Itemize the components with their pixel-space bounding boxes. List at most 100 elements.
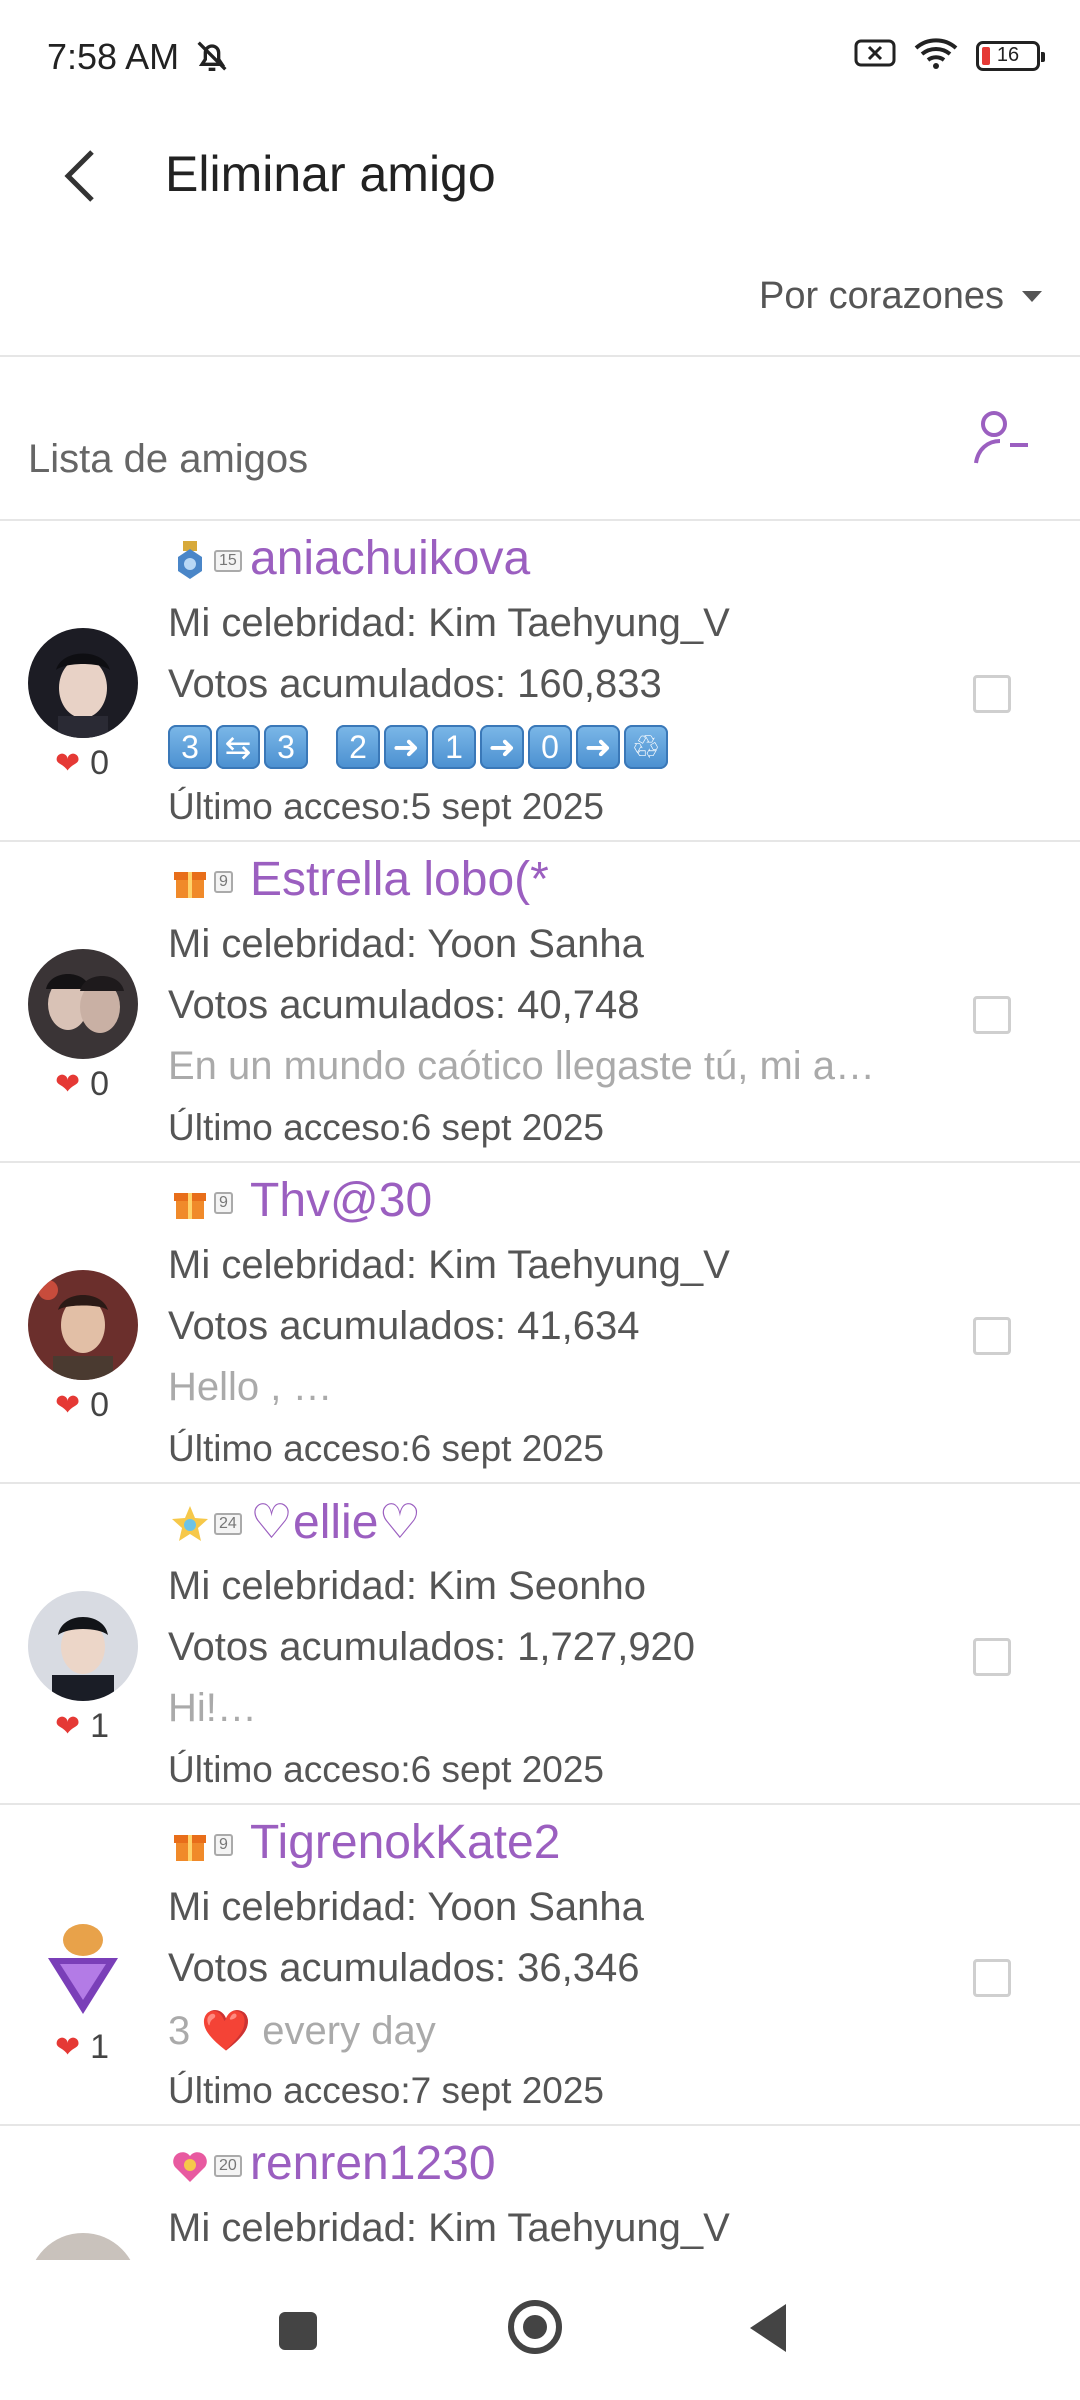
- heart-icon: ❤: [55, 747, 81, 780]
- celebrity-text: Mi celebridad: Kim Taehyung_V: [168, 2206, 730, 2250]
- level-number: 9: [214, 871, 233, 893]
- page-title: Eliminar amigo: [165, 146, 496, 202]
- app-header: Eliminar amigo: [0, 115, 1080, 235]
- level-number: 20: [214, 2155, 242, 2177]
- last-access-text: Último acceso:6 sept 2025: [168, 1749, 605, 1790]
- bell-off-icon: [192, 36, 232, 81]
- username[interactable]: ♡ellie♡: [250, 1494, 421, 1550]
- star-badge-icon: [172, 1506, 208, 1541]
- level-number: 24: [214, 1513, 242, 1535]
- friend-list: ❤ 0 15 aniachuikova Mi celebridad: Kim Ta…: [0, 521, 1080, 2261]
- select-checkbox[interactable]: [973, 1317, 1011, 1355]
- bio-text: En un mundo caótico llegaste tú, mi a…: [168, 1044, 876, 1088]
- friend-row[interactable]: ❤ 0 9 Estrella lobo(* Mi celebridad: Yoon…: [0, 842, 1080, 1163]
- gift-box-icon: [174, 1835, 206, 1861]
- level-badge: 9: [170, 1183, 233, 1223]
- status-bar: 7:58 AM 16: [0, 0, 1080, 115]
- heart-count: ❤ 0: [55, 1065, 109, 1104]
- heart-icon: ❤: [55, 1389, 81, 1422]
- level-number: 15: [214, 550, 242, 572]
- friend-row[interactable]: ❤ 0 9 Thv@30 Mi celebridad: Kim Taehyung_…: [0, 1163, 1080, 1484]
- gift-box-icon: [174, 872, 206, 898]
- friend-row[interactable]: ❤ 1 9 TigrenokKate2 Mi celebridad: Yoon S…: [0, 1805, 1080, 2126]
- heart-badge-icon: [173, 2152, 207, 2182]
- bio-text: 3 ⇆ 3 2 ➜ 1 ➜ 0 ➜ ♲: [168, 723, 672, 770]
- litter-bin-icon: ♲: [624, 725, 668, 770]
- right-arrow-icon: ➜: [384, 725, 428, 770]
- username[interactable]: renren1230: [250, 2136, 496, 2191]
- username[interactable]: aniachuikova: [250, 531, 530, 586]
- friend-row[interactable]: ❤ 1 24 ♡ellie♡ Mi celebridad: Kim Seonho …: [0, 1484, 1080, 1805]
- gift-box-icon: [174, 1193, 206, 1219]
- heart-count-value: 0: [90, 744, 110, 782]
- votes-text: Votos acumulados: 36,346: [168, 1946, 640, 1990]
- nav-back-button[interactable]: [750, 2304, 786, 2352]
- wifi-icon: [914, 36, 958, 75]
- sort-dropdown[interactable]: Por corazones: [759, 275, 1042, 318]
- votes-text: Votos acumulados: 160,833: [168, 662, 662, 706]
- avatar: [28, 1591, 138, 1701]
- battery-level: 16: [996, 44, 1020, 66]
- level-badge: 9: [170, 1825, 233, 1865]
- avatar: [28, 1912, 138, 2022]
- bio-text: Hi!…: [168, 1686, 257, 1730]
- back-button[interactable]: [50, 141, 110, 211]
- system-nav-bar: [0, 2260, 1080, 2400]
- battery-icon: 16: [976, 40, 1045, 71]
- avatar: [28, 2233, 138, 2261]
- username[interactable]: TigrenokKate2: [250, 1815, 560, 1870]
- list-header: Lista de amigos: [0, 357, 1080, 519]
- friend-row[interactable]: 20 renren1230 Mi celebridad: Kim Taehyun…: [0, 2126, 1080, 2261]
- keycap-1-icon: 1: [432, 725, 476, 770]
- level-badge: 9: [170, 862, 233, 902]
- recents-button[interactable]: [279, 2312, 317, 2350]
- celebrity-text: Mi celebridad: Kim Taehyung_V: [168, 1243, 730, 1287]
- username[interactable]: Thv@30: [250, 1173, 432, 1228]
- heart-count: ❤ 0: [55, 1386, 109, 1425]
- repeat-icon: ⇆: [216, 725, 260, 770]
- level-badge: 15: [170, 541, 242, 581]
- heart-icon: ❤: [55, 1710, 81, 1743]
- heart-icon: ❤: [55, 2031, 81, 2064]
- level-badge: 24: [170, 1504, 242, 1544]
- heart-count-value: 0: [90, 1065, 110, 1103]
- avatar: [28, 1270, 138, 1380]
- last-access-text: Último acceso:6 sept 2025: [168, 1428, 605, 1469]
- celebrity-text: Mi celebridad: Kim Seonho: [168, 1564, 647, 1608]
- sort-label: Por corazones: [758, 275, 1004, 317]
- celebrity-text: Mi celebridad: Yoon Sanha: [168, 1885, 644, 1929]
- heart-count: ❤ 1: [55, 1707, 109, 1746]
- medal-icon: [178, 541, 202, 579]
- chevron-left-icon: [64, 150, 94, 202]
- level-number: 9: [214, 1192, 233, 1214]
- avatar: [28, 949, 138, 1059]
- select-checkbox[interactable]: [973, 1959, 1011, 1997]
- votes-text: Votos acumulados: 41,634: [168, 1304, 640, 1348]
- remove-user-icon[interactable]: [972, 407, 1032, 472]
- heart-count: ❤ 1: [55, 2028, 109, 2067]
- votes-text: Votos acumulados: 1,727,920: [168, 1625, 696, 1669]
- username[interactable]: Estrella lobo(*: [250, 852, 549, 907]
- celebrity-text: Mi celebridad: Yoon Sanha: [168, 922, 644, 966]
- level-number: 9: [214, 1834, 233, 1856]
- keycap-3-icon: 3: [168, 725, 212, 770]
- last-access-text: Último acceso:5 sept 2025: [168, 786, 605, 827]
- home-button[interactable]: [508, 2300, 562, 2354]
- keycap-0-icon: 0: [528, 725, 572, 770]
- celebrity-text: Mi celebridad: Kim Taehyung_V: [168, 601, 730, 645]
- list-title: Lista de amigos: [28, 437, 309, 481]
- avatar: [28, 628, 138, 738]
- right-arrow-icon: ➜: [480, 725, 524, 770]
- heart-count-value: 1: [90, 2028, 110, 2066]
- sim-off-icon: [854, 37, 896, 74]
- last-access-text: Último acceso:7 sept 2025: [168, 2070, 605, 2111]
- heart-count: ❤ 0: [55, 744, 109, 783]
- select-checkbox[interactable]: [973, 675, 1011, 713]
- right-arrow-icon: ➜: [576, 725, 620, 770]
- heart-count-value: 0: [90, 1386, 110, 1424]
- bio-text: 3 ❤️ every day: [168, 2009, 436, 2053]
- select-checkbox[interactable]: [973, 1638, 1011, 1676]
- friend-row[interactable]: ❤ 0 15 aniachuikova Mi celebridad: Kim Ta…: [0, 521, 1080, 842]
- select-checkbox[interactable]: [973, 996, 1011, 1034]
- keycap-3-icon: 3: [264, 725, 308, 770]
